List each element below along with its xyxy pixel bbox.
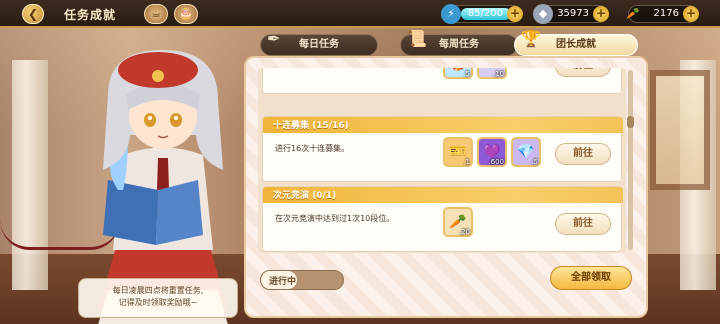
task-header: 次元竞演 (0/1) — [263, 187, 623, 203]
stamina-value: 85/200 — [467, 8, 503, 19]
add-stamina-button[interactable]: + — [507, 6, 523, 22]
progress-filter[interactable]: 进行中 — [260, 270, 344, 290]
scrollbar[interactable] — [628, 70, 633, 250]
reset-hint: 每日凌晨四点将重置任务, 记得及时领取奖励哦~ — [78, 278, 238, 318]
reward-count: .5 — [463, 70, 470, 78]
back-arrow-icon: ❮ — [27, 7, 39, 21]
task-title: 次元竞演 (0/1) — [273, 191, 337, 201]
scrollbar-thumb[interactable] — [627, 116, 634, 128]
task-card: 🎁.5 💎.10 前往 — [262, 68, 622, 94]
hint-line-2: 记得及时领取奖励哦~ — [118, 298, 198, 307]
background-pillar — [12, 60, 48, 290]
reward-count: .600 — [488, 158, 504, 166]
crystal-icon: 💎.10 — [477, 68, 507, 79]
cup-icon: ☕ — [144, 4, 168, 24]
add-gem-button[interactable]: + — [593, 6, 609, 22]
task-card: 十连募集 (15/16) 进行16次十连募集。 🎫 .1 💜 .600 💎 .5 前往 — [262, 116, 623, 182]
background-window — [650, 70, 710, 190]
scroll-icon: 📜 — [407, 29, 427, 48]
carrot-counter: 🥕 2176 + — [626, 5, 699, 23]
cake-icon: 🎂 — [174, 4, 198, 24]
top-bar: ❮ 任务成就 ☕ 🎂 ⚡ 85/200 + ◆ 35973 + 🥕 2176 + — [0, 0, 720, 28]
task-description: 进行16次十连募集。 — [275, 144, 350, 153]
gem-counter: ◆ 35973 + — [533, 4, 609, 24]
page-title: 任务成就 — [64, 8, 117, 22]
reward-count: .20 — [458, 228, 470, 236]
task-list[interactable]: 🎁.5 💎.10 前往 十连募集 (15/16) 进行16次十连募集。 🎫.1 … — [258, 68, 626, 253]
tab-weekly[interactable]: 📜 每周任务 — [400, 29, 518, 56]
carrot-icon: 🥕 .20 — [443, 207, 473, 237]
task-title: 十连募集 (15/16) — [273, 121, 349, 131]
stamina-icon: ⚡ — [441, 4, 461, 24]
reward-count: .1 — [463, 158, 470, 166]
reward-count: .10 — [492, 70, 504, 78]
claim-all-button[interactable]: 全部领取 — [550, 266, 632, 290]
reward-count: .5 — [531, 158, 538, 166]
task-card: 次元竞演 (0/1) 在次元竞演中达到过1次10段位。 🥕 .20 前往 — [262, 186, 623, 252]
gem-icon: ◆ — [533, 4, 553, 24]
task-header: 十连募集 (15/16) — [263, 117, 623, 133]
ticket-icon: 🎫 .1 — [443, 137, 473, 167]
back-button[interactable]: ❮ — [22, 4, 44, 24]
tab-weekly-label: 每周任务 — [439, 39, 479, 50]
tab-daily[interactable]: ✒ 每日任务 — [260, 29, 378, 56]
tab-achievements-label: 团长成就 — [556, 39, 596, 50]
task-description: 在次元竞演中达到过1次10段位。 — [275, 214, 395, 223]
tab-daily-label: 每日任务 — [299, 39, 339, 50]
goto-button[interactable]: 前往 — [555, 143, 611, 165]
progress-label: 进行中 — [269, 277, 297, 287]
gift-icon: 🎁.5 — [443, 68, 473, 79]
gem-value: 35973 — [557, 8, 589, 19]
hint-line-1: 每日凌晨四点将重置任务, — [112, 286, 204, 295]
goto-button[interactable]: 前往 — [555, 213, 611, 235]
quill-icon: ✒ — [267, 29, 281, 48]
add-carrot-button[interactable]: + — [683, 6, 699, 22]
task-panel: 🎁.5 💎.10 前往 十连募集 (15/16) 进行16次十连募集。 🎫.1 … — [244, 56, 648, 318]
crystal-icon: 💎 .5 — [511, 137, 541, 167]
stamina-counter: ⚡ 85/200 + — [441, 4, 523, 24]
task-tabs: ✒ 每日任务 📜 每周任务 🏆 团长成就 — [244, 29, 648, 56]
carrot-icon: 🥕 — [626, 7, 640, 20]
trophy-icon: 🏆 — [521, 29, 541, 48]
purple-gem-icon: 💜 .600 — [477, 137, 507, 167]
goto-button[interactable]: 前往 — [555, 68, 611, 77]
tab-achievements[interactable]: 🏆 团长成就 — [514, 29, 638, 56]
carrot-value: 2176 — [653, 8, 679, 19]
